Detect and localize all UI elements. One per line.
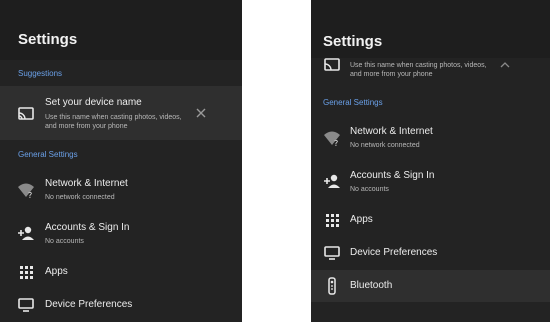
menu-item-label: Network & Internet [45,178,128,189]
menu-item-label: Accounts & Sign In [45,222,130,233]
menu-item-label: Apps [45,266,68,277]
menu-item-label: Accounts & Sign In [350,170,435,181]
menu-item-subtitle: No accounts [350,186,389,193]
menu-item-subtitle: No accounts [45,238,84,245]
wifi-question-icon: ? [18,183,34,199]
remote-icon [328,277,336,295]
settings-panel-right: Use this name when casting photos, video… [311,0,550,322]
menu-item-device-preferences[interactable]: Device Preferences [311,241,550,265]
suggestion-description-line1: Use this name when casting photos, video… [45,114,182,121]
svg-text:?: ? [28,191,32,199]
page-title: Settings [18,31,78,48]
wifi-question-icon: ? [324,131,340,147]
suggestion-set-device-name[interactable]: Set your device name Use this name when … [0,86,242,140]
menu-item-device-preferences[interactable]: Device Preferences [0,293,242,317]
menu-item-label: Bluetooth [350,280,393,291]
apps-grid-icon [326,214,339,227]
menu-item-network-internet[interactable]: ? Network & Internet No network connecte… [311,120,550,156]
close-icon[interactable] [196,108,206,118]
menu-item-accounts-sign-in[interactable]: Accounts & Sign In No accounts [311,164,550,200]
section-header-suggestions: Suggestions [18,69,63,78]
page-title: Settings [323,33,383,50]
menu-item-label: Network & Internet [350,126,433,137]
menu-item-label: Apps [350,214,373,225]
menu-item-subtitle: No network connected [350,142,420,149]
suggestion-description-line2: and more from your phone [45,123,128,130]
menu-item-subtitle: No network connected [45,194,115,201]
svg-text:?: ? [334,139,338,147]
cast-icon [18,107,34,120]
section-header-general-settings: General Settings [323,98,383,107]
menu-item-label: Device Preferences [350,247,438,258]
menu-item-accounts-sign-in[interactable]: Accounts & Sign In No accounts [0,216,242,252]
suggestion-description-line1: Use this name when casting photos, video… [350,62,487,69]
menu-item-network-internet[interactable]: ? Network & Internet No network connecte… [0,172,242,208]
tv-icon [324,246,340,260]
settings-panel-left: Settings Suggestions Set your device nam… [0,0,242,322]
chevron-up-icon[interactable] [500,60,510,70]
person-add-icon [18,226,34,240]
menu-item-apps[interactable]: Apps [311,208,550,232]
cast-icon [324,58,340,71]
suggestion-description-line2: and more from your phone [350,71,433,78]
settings-header: Settings [311,0,550,58]
section-header-general-settings: General Settings [18,150,78,159]
menu-item-label: Device Preferences [45,299,133,310]
tv-icon [18,298,34,312]
menu-item-bluetooth[interactable]: Bluetooth [311,270,550,302]
suggestion-label: Set your device name [45,97,142,108]
person-add-icon [324,174,340,188]
settings-header: Settings [0,0,242,60]
menu-item-apps[interactable]: Apps [0,260,242,284]
apps-grid-icon [20,266,33,279]
